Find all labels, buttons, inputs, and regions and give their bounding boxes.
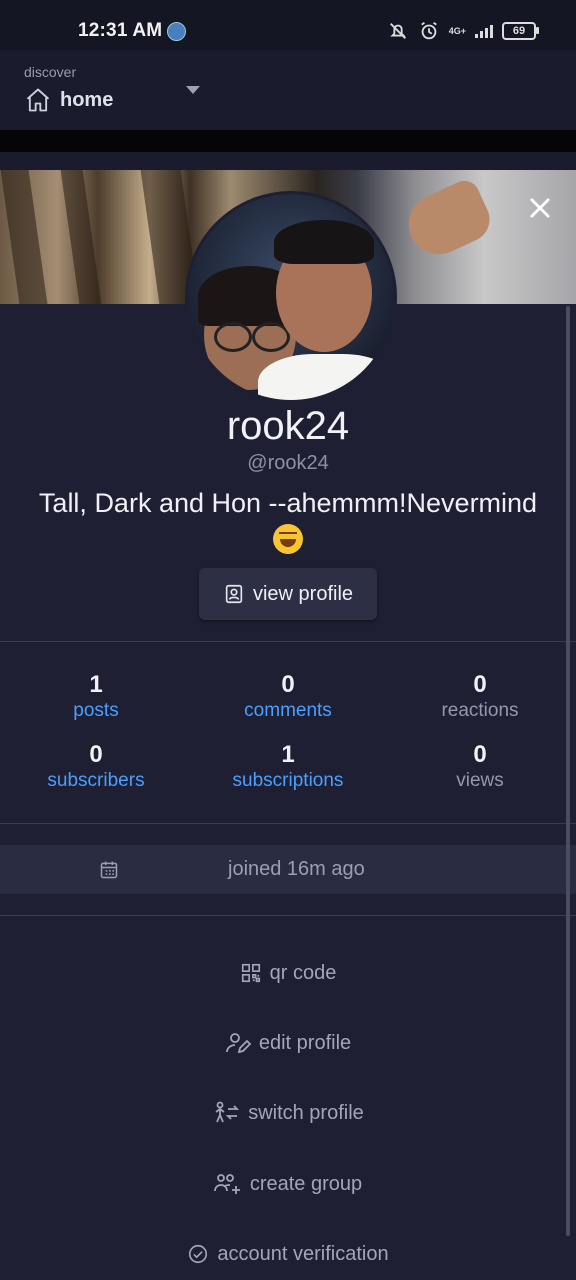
calendar-icon: [100, 861, 118, 879]
stat-value: 0: [473, 741, 487, 768]
menu-label: create group: [249, 1172, 363, 1195]
battery-level: 69: [512, 25, 526, 37]
menu-create-group[interactable]: create group: [0, 1164, 576, 1204]
spacer: [0, 152, 576, 170]
menu-qr-code[interactable]: qr code: [0, 953, 576, 993]
portrait-icon: [225, 584, 243, 604]
create-group-icon: [213, 1174, 240, 1194]
switch-profile-icon: [215, 1101, 240, 1123]
stat-label: subscribers: [47, 770, 145, 791]
app-bar: discover home: [0, 50, 576, 130]
rolling-laughing-emoji-icon: [273, 523, 303, 554]
edit-profile-icon: [225, 1033, 251, 1054]
menu-edit-profile[interactable]: edit profile: [0, 1023, 576, 1063]
view-profile-button[interactable]: view profile: [199, 568, 377, 620]
home-selector[interactable]: home: [24, 86, 113, 114]
bio-text: Tall, Dark and Hon --ahemmm!Nevermind: [38, 488, 538, 518]
stat-value: 0: [473, 671, 487, 698]
verified-check-icon: [189, 1244, 208, 1264]
stat-label: views: [456, 770, 504, 791]
menu-label: edit profile: [258, 1031, 352, 1054]
stat-label: subscriptions: [232, 770, 344, 791]
status-bar: 12:31 AM 4G+ 69: [0, 0, 576, 50]
divider: [0, 915, 576, 916]
app-notification-icon: [167, 22, 186, 41]
stat-label: posts: [73, 700, 119, 721]
stat-value: 0: [281, 671, 295, 698]
joined-row: joined 16m ago: [0, 845, 576, 894]
stat-value: 1: [281, 741, 295, 768]
section-label: discover: [24, 64, 77, 80]
home-label: home: [60, 88, 114, 111]
home-icon: [26, 88, 50, 112]
stat-value: 1: [89, 671, 103, 698]
alarm-icon: [420, 21, 437, 40]
profile-name: rook24: [226, 404, 350, 448]
menu-account-verification[interactable]: account verification: [0, 1234, 576, 1274]
qr-code-icon: [241, 963, 260, 983]
divider: [0, 641, 576, 642]
muted-bell-icon: [389, 23, 406, 39]
view-profile-label: view profile: [252, 582, 354, 605]
stat-subscriptions[interactable]: 1 subscriptions: [192, 740, 384, 792]
chevron-down-icon[interactable]: [186, 86, 200, 94]
network-type: 4G+: [448, 25, 466, 36]
status-time: 12:31 AM: [78, 20, 163, 41]
menu-label: switch profile: [248, 1101, 364, 1124]
profile-handle: @rook24: [247, 452, 329, 474]
menu-switch-profile[interactable]: switch profile: [0, 1093, 576, 1133]
stat-comments[interactable]: 0 comments: [192, 670, 384, 722]
stat-views: 0 views: [384, 740, 576, 792]
stat-label: reactions: [441, 700, 519, 721]
stat-value: 0: [89, 741, 103, 768]
stat-reactions: 0 reactions: [384, 670, 576, 722]
stat-posts[interactable]: 1 posts: [0, 670, 192, 722]
divider: [0, 823, 576, 824]
menu-label: qr code: [269, 961, 337, 984]
joined-text: joined 16m ago: [228, 858, 365, 880]
stat-subscribers[interactable]: 0 subscribers: [0, 740, 192, 792]
close-icon[interactable]: [526, 194, 554, 222]
stat-label: comments: [244, 700, 332, 721]
menu-label: account verification: [217, 1242, 389, 1265]
status-icons: 4G+ 69: [387, 20, 539, 42]
signal-icon: [475, 24, 493, 38]
avatar: [185, 191, 397, 403]
profile-bio: Tall, Dark and Hon --ahemmm!Nevermind: [0, 486, 576, 554]
scrollbar[interactable]: [566, 306, 570, 1236]
divider-band: [0, 130, 576, 152]
battery-icon: 69: [502, 22, 539, 40]
